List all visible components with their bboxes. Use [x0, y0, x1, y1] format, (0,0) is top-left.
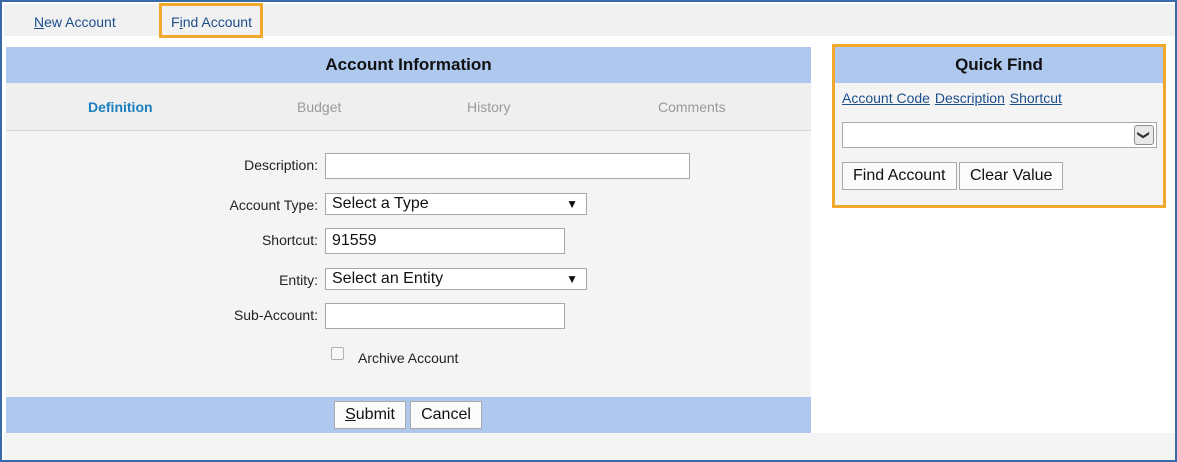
- chevron-down-icon[interactable]: ❯: [1134, 125, 1154, 145]
- shortcut-label: Shortcut:: [261, 232, 318, 248]
- quick-find-title: Quick Find: [835, 47, 1163, 83]
- tab-definition[interactable]: Definition: [88, 99, 153, 115]
- panel-title: Account Information: [6, 47, 811, 83]
- sub-account-input[interactable]: [325, 303, 565, 329]
- find-account-label-end: nd Account: [182, 14, 252, 30]
- new-account-link[interactable]: New Account: [34, 14, 116, 30]
- find-account-link[interactable]: Find Account: [171, 14, 252, 30]
- shortcut-input[interactable]: [325, 228, 565, 254]
- account-type-select[interactable]: Select a Type ▼: [325, 193, 587, 215]
- quick-find-search-by-links: Account Code Description Shortcut: [842, 90, 1063, 106]
- bottom-strip: [4, 433, 1175, 460]
- description-label: Description:: [244, 157, 318, 173]
- account-information-panel: Account Information Definition Budget Hi…: [6, 47, 811, 433]
- tab-bar: Definition Budget History Comments: [6, 83, 811, 131]
- clear-value-button[interactable]: Clear Value: [959, 162, 1064, 190]
- dropdown-arrow-icon: ▼: [566, 197, 578, 211]
- search-by-shortcut-link[interactable]: Shortcut: [1010, 90, 1062, 106]
- quick-find-select[interactable]: ❯: [842, 122, 1157, 148]
- submit-accesskey: S: [345, 406, 356, 423]
- account-type-label: Account Type:: [229, 197, 318, 213]
- search-by-account-code-link[interactable]: Account Code: [842, 90, 930, 106]
- find-account-label-start: F: [171, 14, 180, 30]
- dropdown-arrow-icon: ▼: [566, 272, 578, 286]
- tab-history[interactable]: History: [467, 99, 511, 115]
- entity-value: Select an Entity: [332, 270, 444, 287]
- app-frame: New Account Find Account Account Informa…: [0, 0, 1177, 462]
- tab-comments[interactable]: Comments: [658, 99, 726, 115]
- sub-account-label: Sub-Account:: [233, 307, 318, 323]
- archive-account-checkbox[interactable]: [331, 347, 344, 360]
- submit-button[interactable]: Submit: [334, 401, 406, 429]
- top-nav: New Account Find Account: [4, 4, 1175, 36]
- new-account-accesskey: N: [34, 14, 45, 30]
- search-by-description-link[interactable]: Description: [935, 90, 1005, 106]
- archive-account-label: Archive Account: [358, 350, 459, 366]
- find-account-button[interactable]: Find Account: [842, 162, 957, 190]
- new-account-label: ew Account: [44, 14, 116, 30]
- panel-footer: Submit Cancel: [6, 397, 811, 433]
- cancel-button[interactable]: Cancel: [410, 401, 482, 429]
- quick-find-panel: Quick Find Account Code Description Shor…: [832, 44, 1166, 208]
- entity-select[interactable]: Select an Entity ▼: [325, 268, 587, 290]
- description-input[interactable]: [325, 153, 690, 179]
- entity-label: Entity:: [279, 272, 318, 288]
- tab-budget[interactable]: Budget: [297, 99, 341, 115]
- submit-label: ubmit: [355, 406, 395, 423]
- account-type-value: Select a Type: [332, 195, 429, 212]
